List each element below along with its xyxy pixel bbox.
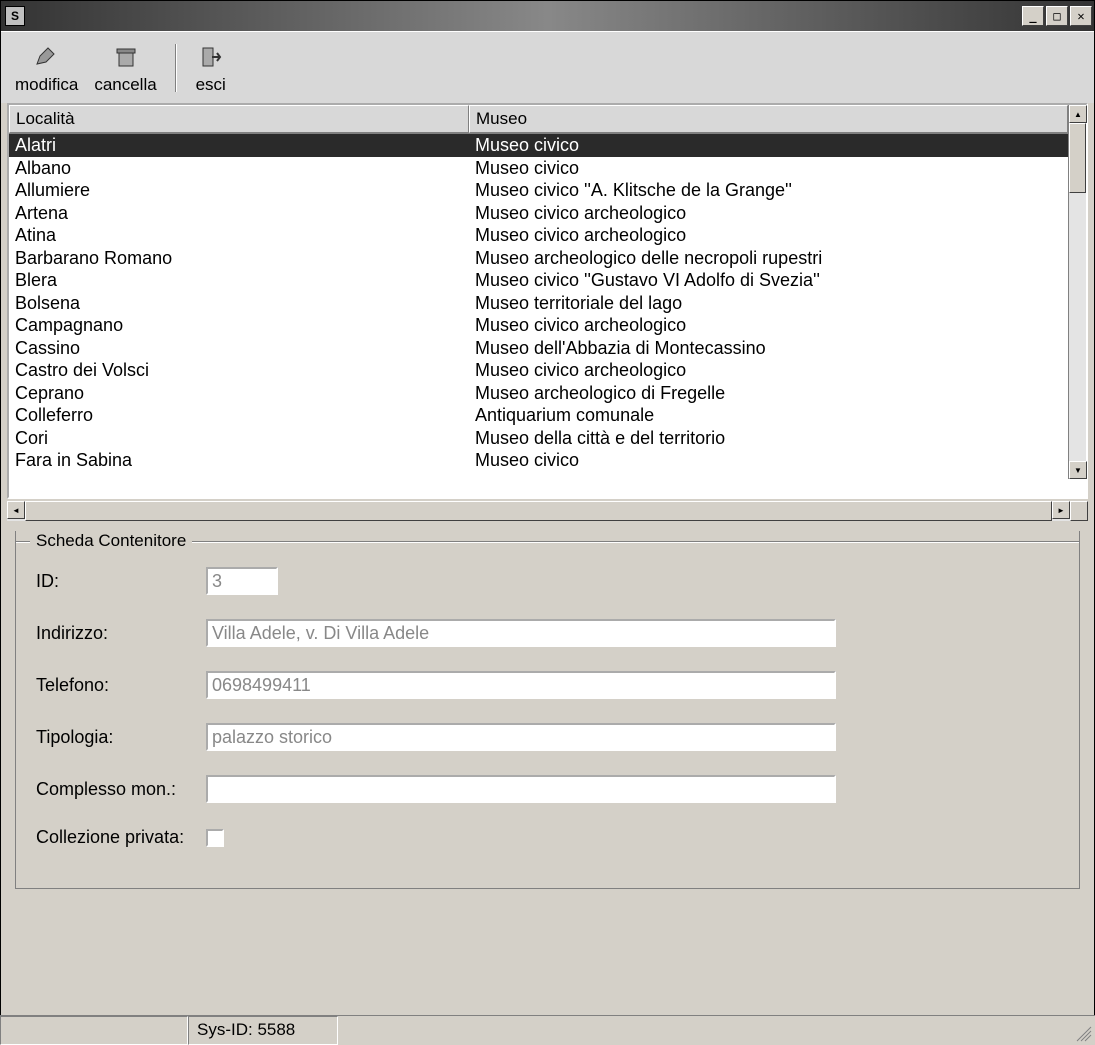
cell-museo: Museo archeologico di Fregelle: [469, 382, 1086, 405]
checkbox-collezione[interactable]: [206, 829, 224, 847]
cell-localita: Fara in Sabina: [9, 449, 469, 472]
app-icon: S: [5, 6, 25, 26]
esci-button[interactable]: esci: [187, 37, 235, 99]
table-row[interactable]: AllumiereMuseo civico ''A. Klitsche de l…: [9, 179, 1086, 202]
close-button[interactable]: ✕: [1070, 6, 1092, 26]
cell-museo: Museo civico archeologico: [469, 224, 1086, 247]
modifica-button[interactable]: modifica: [7, 37, 86, 99]
column-museo[interactable]: Museo: [469, 105, 1068, 133]
cell-localita: Colleferro: [9, 404, 469, 427]
label-collezione: Collezione privata:: [36, 827, 206, 848]
cell-localita: Barbarano Romano: [9, 247, 469, 270]
status-sysid: Sys-ID: 5588: [188, 1016, 338, 1045]
table-row[interactable]: CampagnanoMuseo civico archeologico: [9, 314, 1086, 337]
label-tipologia: Tipologia:: [36, 727, 206, 748]
cell-museo: Museo civico: [469, 157, 1086, 180]
cell-localita: Cassino: [9, 337, 469, 360]
cell-museo: Museo civico archeologico: [469, 314, 1086, 337]
table-row[interactable]: AtinaMuseo civico archeologico: [9, 224, 1086, 247]
vertical-scrollbar[interactable]: ▲ ▼: [1068, 105, 1086, 479]
edit-icon: [31, 41, 63, 73]
toolbar: modifica cancella esci: [1, 31, 1094, 103]
scroll-right-icon[interactable]: ►: [1052, 501, 1070, 519]
toolbar-separator: [175, 44, 177, 92]
cell-localita: Blera: [9, 269, 469, 292]
cell-museo: Museo civico ''Gustavo VI Adolfo di Svez…: [469, 269, 1086, 292]
scroll-thumb-h[interactable]: [25, 501, 1052, 521]
cell-museo: Museo territoriale del lago: [469, 292, 1086, 315]
label-indirizzo: Indirizzo:: [36, 623, 206, 644]
cell-museo: Museo civico archeologico: [469, 359, 1086, 382]
label-telefono: Telefono:: [36, 675, 206, 696]
status-pane-1: [0, 1016, 188, 1045]
cell-localita: Albano: [9, 157, 469, 180]
table-row[interactable]: BleraMuseo civico ''Gustavo VI Adolfo di…: [9, 269, 1086, 292]
cell-museo: Museo archeologico delle necropoli rupes…: [469, 247, 1086, 270]
cell-localita: Campagnano: [9, 314, 469, 337]
horizontal-scrollbar[interactable]: ◄ ►: [7, 501, 1088, 521]
titlebar: S _ □ ✕: [1, 1, 1094, 31]
column-localita[interactable]: Località: [9, 105, 469, 133]
cell-localita: Alatri: [9, 134, 469, 157]
cell-localita: Bolsena: [9, 292, 469, 315]
cell-localita: Atina: [9, 224, 469, 247]
input-telefono[interactable]: 0698499411: [206, 671, 836, 699]
cell-museo: Museo della città e del territorio: [469, 427, 1086, 450]
cell-museo: Museo civico: [469, 134, 1086, 157]
museum-grid[interactable]: Località Museo AlatriMuseo civicoAlbanoM…: [7, 103, 1088, 499]
table-row[interactable]: CepranoMuseo archeologico di Fregelle: [9, 382, 1086, 405]
cell-localita: Cori: [9, 427, 469, 450]
delete-icon: [110, 41, 142, 73]
minimize-button[interactable]: _: [1022, 6, 1044, 26]
cell-localita: Castro dei Volsci: [9, 359, 469, 382]
table-row[interactable]: Castro dei VolsciMuseo civico archeologi…: [9, 359, 1086, 382]
input-tipologia[interactable]: palazzo storico: [206, 723, 836, 751]
table-row[interactable]: BolsenaMuseo territoriale del lago: [9, 292, 1086, 315]
input-complesso[interactable]: [206, 775, 836, 803]
table-row[interactable]: ColleferroAntiquarium comunale: [9, 404, 1086, 427]
scroll-up-icon[interactable]: ▲: [1069, 105, 1087, 123]
cell-museo: Antiquarium comunale: [469, 404, 1086, 427]
cell-museo: Museo civico archeologico: [469, 202, 1086, 225]
cell-localita: Ceprano: [9, 382, 469, 405]
panel-legend: Scheda Contenitore: [30, 531, 192, 551]
scroll-corner: [1070, 501, 1088, 521]
grid-header: Località Museo: [9, 105, 1086, 134]
cell-museo: Museo dell'Abbazia di Montecassino: [469, 337, 1086, 360]
table-row[interactable]: Barbarano RomanoMuseo archeologico delle…: [9, 247, 1086, 270]
cancella-button[interactable]: cancella: [86, 37, 164, 99]
grid-body[interactable]: AlatriMuseo civicoAlbanoMuseo civicoAllu…: [9, 134, 1086, 497]
label-complesso: Complesso mon.:: [36, 779, 206, 800]
modifica-label: modifica: [15, 75, 78, 95]
cell-museo: Museo civico ''A. Klitsche de la Grange'…: [469, 179, 1086, 202]
table-row[interactable]: Fara in SabinaMuseo civico: [9, 449, 1086, 472]
scroll-down-icon[interactable]: ▼: [1069, 461, 1087, 479]
input-id[interactable]: 3: [206, 567, 278, 595]
cell-localita: Allumiere: [9, 179, 469, 202]
label-id: ID:: [36, 571, 206, 592]
table-row[interactable]: AlatriMuseo civico: [9, 134, 1086, 157]
table-row[interactable]: CassinoMuseo dell'Abbazia di Montecassin…: [9, 337, 1086, 360]
exit-icon: [195, 41, 227, 73]
cancella-label: cancella: [94, 75, 156, 95]
cell-museo: Museo civico: [469, 449, 1086, 472]
scheda-contenitore-panel: Scheda Contenitore ID: 3 Indirizzo: Vill…: [15, 531, 1080, 889]
table-row[interactable]: CoriMuseo della città e del territorio: [9, 427, 1086, 450]
scroll-thumb-v[interactable]: [1069, 123, 1086, 193]
table-row[interactable]: ArtenaMuseo civico archeologico: [9, 202, 1086, 225]
esci-label: esci: [196, 75, 226, 95]
cell-localita: Artena: [9, 202, 469, 225]
scroll-left-icon[interactable]: ◄: [7, 501, 25, 519]
input-indirizzo[interactable]: Villa Adele, v. Di Villa Adele: [206, 619, 836, 647]
resize-grip-icon[interactable]: [1075, 1025, 1093, 1043]
statusbar: Sys-ID: 5588: [0, 1015, 1095, 1045]
maximize-button[interactable]: □: [1046, 6, 1068, 26]
table-row[interactable]: AlbanoMuseo civico: [9, 157, 1086, 180]
